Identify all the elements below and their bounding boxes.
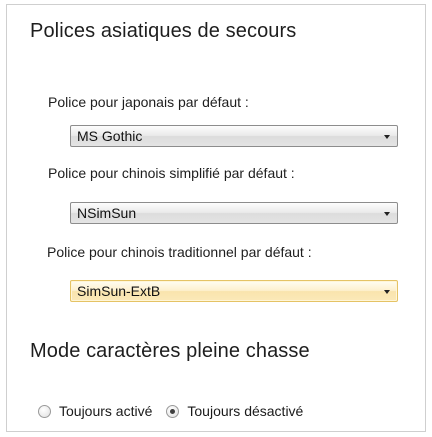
simplified-chinese-font-label: Police pour chinois simplifié par défaut… — [48, 165, 295, 181]
radio-always-off-label: Toujours désactivé — [187, 403, 304, 419]
japanese-font-dropdown[interactable]: MS Gothic — [70, 125, 398, 147]
radio-unchecked-icon[interactable] — [38, 404, 51, 418]
traditional-chinese-font-label: Police pour chinois traditionnel par déf… — [47, 244, 312, 260]
japanese-font-value: MS Gothic — [77, 128, 143, 144]
radio-always-off[interactable]: Toujours désactivé — [166, 403, 303, 419]
traditional-chinese-font-dropdown[interactable]: SimSun-ExtB — [70, 280, 398, 302]
simplified-chinese-font-value: NSimSun — [77, 205, 137, 221]
radio-always-on[interactable]: Toujours activé — [38, 403, 152, 419]
radio-always-on-label: Toujours activé — [59, 403, 153, 419]
chevron-down-icon — [384, 290, 390, 294]
traditional-chinese-font-value: SimSun-ExtB — [77, 283, 161, 299]
chevron-down-icon — [384, 135, 390, 139]
fullwidth-mode-options: Toujours activé Toujours désactivé — [38, 401, 303, 421]
asian-fonts-heading: Polices asiatiques de secours — [30, 20, 297, 42]
fullwidth-mode-heading: Mode caractères pleine chasse — [30, 340, 310, 362]
radio-checked-icon[interactable] — [166, 404, 180, 418]
japanese-font-label: Police pour japonais par défaut : — [48, 94, 249, 110]
chevron-down-icon — [384, 212, 390, 216]
simplified-chinese-font-dropdown[interactable]: NSimSun — [70, 202, 398, 224]
